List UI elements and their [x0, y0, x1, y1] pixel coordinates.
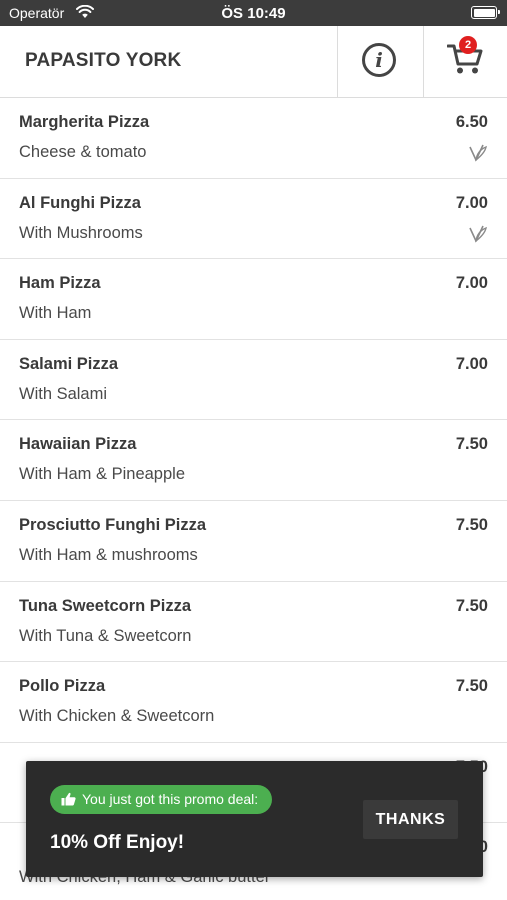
item-description: With Chicken & Sweetcorn	[19, 707, 215, 726]
status-bar: Operatör ÖS 10:49	[0, 0, 507, 26]
menu-item[interactable]: Prosciutto Funghi Pizza 7.50 With Ham & …	[0, 500, 507, 582]
item-name: Ham Pizza	[19, 274, 101, 293]
item-name: Prosciutto Funghi Pizza	[19, 515, 207, 534]
item-price: 7.50	[455, 435, 488, 454]
item-description: Cheese & tomato	[19, 143, 147, 161]
menu-item[interactable]: Al Funghi Pizza 7.00 With Mushrooms	[0, 178, 507, 260]
item-price: 7.00	[455, 193, 488, 212]
item-price: 7.00	[455, 274, 488, 293]
item-price: 7.00	[455, 354, 488, 373]
app-header: PAPASITO YORK i 2	[0, 26, 507, 98]
promo-deal-text: 10% Off Enjoy!	[50, 832, 185, 853]
item-price: 6.50	[455, 113, 488, 131]
promo-toast: You just got this promo deal: 10% Off En…	[26, 761, 483, 877]
cart-button[interactable]: 2	[423, 26, 507, 97]
battery-icon	[471, 6, 500, 19]
menu-item[interactable]: Salami Pizza 7.00 With Salami	[0, 339, 507, 421]
item-name: Al Funghi Pizza	[19, 193, 141, 212]
thanks-button[interactable]: THANKS	[363, 800, 458, 839]
cart-count-badge: 2	[459, 36, 477, 54]
item-description: With Salami	[19, 384, 108, 403]
vegetarian-icon	[469, 144, 487, 162]
item-price: 7.50	[455, 596, 488, 615]
item-name: Hawaiian Pizza	[19, 435, 137, 454]
menu-item[interactable]: Tuna Sweetcorn Pizza 7.50 With Tuna & Sw…	[0, 581, 507, 663]
item-description: With Mushrooms	[19, 223, 143, 242]
vegetarian-icon	[469, 225, 487, 243]
menu-item[interactable]: Ham Pizza 7.00 With Ham	[0, 259, 507, 340]
menu-item[interactable]: Hawaiian Pizza 7.50 With Ham & Pineapple	[0, 420, 507, 501]
item-name: Tuna Sweetcorn Pizza	[19, 596, 192, 615]
item-description: With Tuna & Sweetcorn	[19, 626, 192, 645]
item-name: Margherita Pizza	[19, 113, 150, 131]
status-time: ÖS 10:49	[221, 5, 286, 22]
restaurant-title: PAPASITO YORK	[25, 50, 182, 71]
promo-pill: You just got this promo deal:	[50, 785, 273, 814]
item-name: Salami Pizza	[19, 354, 119, 373]
info-button[interactable]: i	[337, 26, 423, 97]
thumbs-up-icon	[61, 792, 76, 806]
item-description: With Ham	[19, 304, 92, 323]
promo-pill-text: You just got this promo deal:	[82, 791, 259, 807]
menu-item[interactable]: Margherita Pizza 6.50 Cheese & tomato	[0, 98, 507, 179]
menu-item[interactable]: Pollo Pizza 7.50 With Chicken & Sweetcor…	[0, 662, 507, 743]
item-price: 7.50	[455, 515, 488, 534]
item-description: With Ham & mushrooms	[19, 545, 198, 564]
item-price: 7.50	[455, 677, 488, 696]
info-icon: i	[362, 43, 396, 77]
item-description: With Ham & Pineapple	[19, 465, 185, 484]
item-name: Pollo Pizza	[19, 677, 106, 696]
